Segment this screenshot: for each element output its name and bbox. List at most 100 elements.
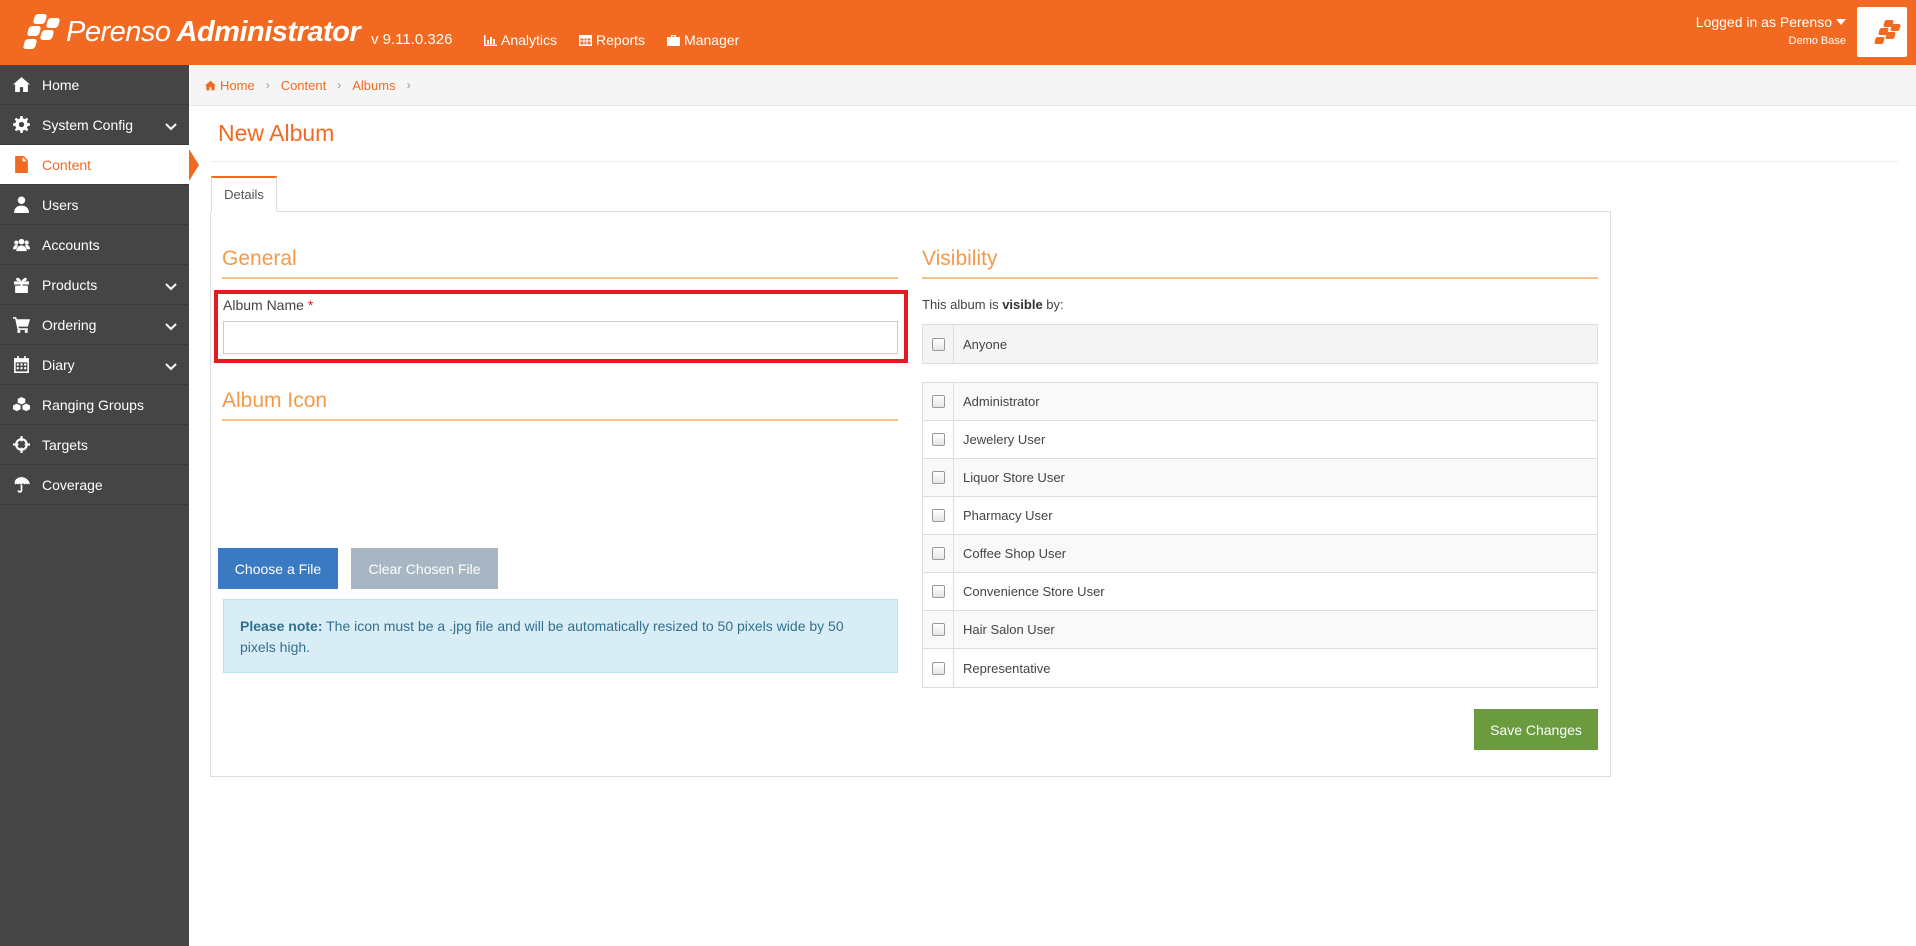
sidebar-item-diary[interactable]: Diary: [0, 345, 189, 385]
clear-file-button[interactable]: Clear Chosen File: [351, 548, 498, 589]
perenso-logo-icon: [22, 12, 64, 52]
role-checkbox[interactable]: [931, 547, 945, 560]
visibility-intro: This album is visible by:: [922, 297, 1064, 312]
visibility-row[interactable]: Representative: [923, 649, 1597, 687]
required-mark: *: [307, 297, 314, 313]
briefcase-icon: [667, 34, 681, 46]
nav-manager[interactable]: Manager: [667, 32, 739, 48]
visibility-row[interactable]: Pharmacy User: [923, 497, 1597, 535]
sidebar-item-label: Coverage: [42, 476, 103, 493]
home-icon: [12, 77, 30, 92]
role-checkbox[interactable]: [931, 585, 945, 598]
version-label: v 9.11.0.326: [371, 31, 453, 48]
visibility-row-anyone[interactable]: Anyone: [923, 325, 1597, 363]
role-checkbox[interactable]: [931, 509, 945, 522]
choose-file-button[interactable]: Choose a File: [218, 548, 338, 589]
role-checkbox[interactable]: [931, 661, 945, 675]
sidebar-item-ranging-groups[interactable]: Ranging Groups: [0, 385, 189, 425]
save-changes-button[interactable]: Save Changes: [1474, 709, 1598, 750]
nav-manager-label: Manager: [684, 32, 740, 48]
breadcrumb-home[interactable]: Home: [205, 78, 255, 93]
user-label: Logged in as Perenso: [1695, 14, 1832, 30]
visibility-label: Coffee Shop User: [963, 546, 1067, 561]
sidebar-item-system-config[interactable]: System Config: [0, 105, 189, 145]
visibility-label: Liquor Store User: [963, 470, 1065, 485]
sidebar-item-label: Users: [42, 196, 79, 213]
table-icon: [579, 34, 593, 46]
brand[interactable]: Perenso Administrator: [22, 12, 361, 52]
chevron-down-icon: [165, 279, 177, 295]
gift-icon: [13, 277, 29, 293]
divider: [210, 161, 1898, 162]
cart-icon: [12, 317, 30, 333]
sidebar-item-coverage[interactable]: Coverage: [0, 465, 189, 505]
role-checkbox[interactable]: [931, 433, 945, 446]
brand-name: Perenso: [66, 15, 171, 48]
crosshairs-icon: [12, 436, 30, 453]
chevron-down-icon: [165, 319, 177, 335]
sidebar-item-label: Targets: [42, 436, 88, 453]
visibility-intro-bold: visible: [1002, 297, 1043, 312]
nav-analytics[interactable]: Analytics: [484, 32, 557, 48]
role-checkbox[interactable]: [931, 395, 945, 408]
sidebar-item-accounts[interactable]: Accounts: [0, 225, 189, 265]
visibility-row[interactable]: Administrator: [923, 383, 1597, 421]
visibility-row[interactable]: Jewelery User: [923, 421, 1597, 459]
anyone-checkbox[interactable]: [931, 337, 945, 351]
sidebar-item-users[interactable]: Users: [0, 185, 189, 225]
gear-icon: [12, 116, 30, 133]
visibility-row[interactable]: Hair Salon User: [923, 611, 1597, 649]
brand-product: Administrator: [176, 15, 361, 48]
album-icon-section-title: Album Icon: [222, 389, 328, 412]
avatar[interactable]: [1857, 7, 1907, 57]
visibility-label: Administrator: [963, 394, 1040, 409]
sidebar-item-ordering[interactable]: Ordering: [0, 305, 189, 345]
nav-analytics-label: Analytics: [501, 32, 558, 48]
album-name-label-text: Album Name: [223, 297, 304, 313]
user-menu[interactable]: Logged in as Perenso Demo Base: [1696, 14, 1846, 47]
sidebar-item-home[interactable]: Home: [0, 65, 189, 105]
divider: [222, 277, 898, 279]
note-label: Please note:: [240, 618, 323, 634]
album-name-input[interactable]: [223, 321, 898, 354]
sidebar-item-label: Ranging Groups: [42, 396, 144, 413]
chevron-right-icon: ›: [265, 78, 270, 92]
user-icon: [13, 196, 29, 213]
tab-details[interactable]: Details: [211, 176, 277, 212]
breadcrumb: Home › Content › Albums ›: [189, 65, 1916, 106]
home-icon: [205, 80, 216, 90]
sidebar-item-products[interactable]: Products: [0, 265, 189, 305]
breadcrumb-content[interactable]: Content: [281, 78, 327, 93]
brand-title: Perenso Administrator: [66, 15, 361, 49]
chevron-right-icon: ›: [406, 78, 411, 92]
role-checkbox[interactable]: [931, 623, 945, 636]
page-title: New Album: [218, 120, 335, 146]
chevron-down-icon: [165, 119, 177, 135]
icon-note: Please note: The icon must be a .jpg fil…: [223, 599, 898, 673]
album-name-label: Album Name *: [223, 297, 313, 313]
caret-down-icon: [1836, 19, 1846, 25]
sidebar-item-targets[interactable]: Targets: [0, 425, 189, 465]
divider: [922, 277, 1598, 279]
visibility-row[interactable]: Coffee Shop User: [923, 535, 1597, 573]
visibility-anyone-table: Anyone: [922, 324, 1598, 364]
chevron-right-icon: ›: [337, 78, 342, 92]
visibility-row[interactable]: Convenience Store User: [923, 573, 1597, 611]
visibility-row[interactable]: Liquor Store User: [923, 459, 1597, 497]
file-icon: [14, 156, 28, 173]
sidebar-item-content[interactable]: Content: [0, 145, 189, 185]
visibility-label: Anyone: [963, 336, 1008, 352]
role-checkbox[interactable]: [931, 471, 945, 484]
sidebar: Home System Config Content Users Account…: [0, 65, 189, 946]
top-bar: Perenso Administrator v 9.11.0.326 Analyt…: [0, 0, 1916, 65]
visibility-section-title: Visibility: [922, 247, 998, 270]
nav-reports[interactable]: Reports: [579, 32, 645, 48]
visibility-intro-suffix: by:: [1042, 297, 1064, 312]
top-nav: Analytics Reports Manager: [484, 32, 739, 48]
visibility-label: Hair Salon User: [963, 622, 1055, 637]
chart-icon: [484, 34, 497, 46]
sidebar-item-label: Accounts: [42, 236, 100, 253]
breadcrumb-home-label: Home: [220, 77, 255, 93]
breadcrumb-albums[interactable]: Albums: [352, 78, 395, 93]
visibility-label: Pharmacy User: [963, 508, 1053, 523]
